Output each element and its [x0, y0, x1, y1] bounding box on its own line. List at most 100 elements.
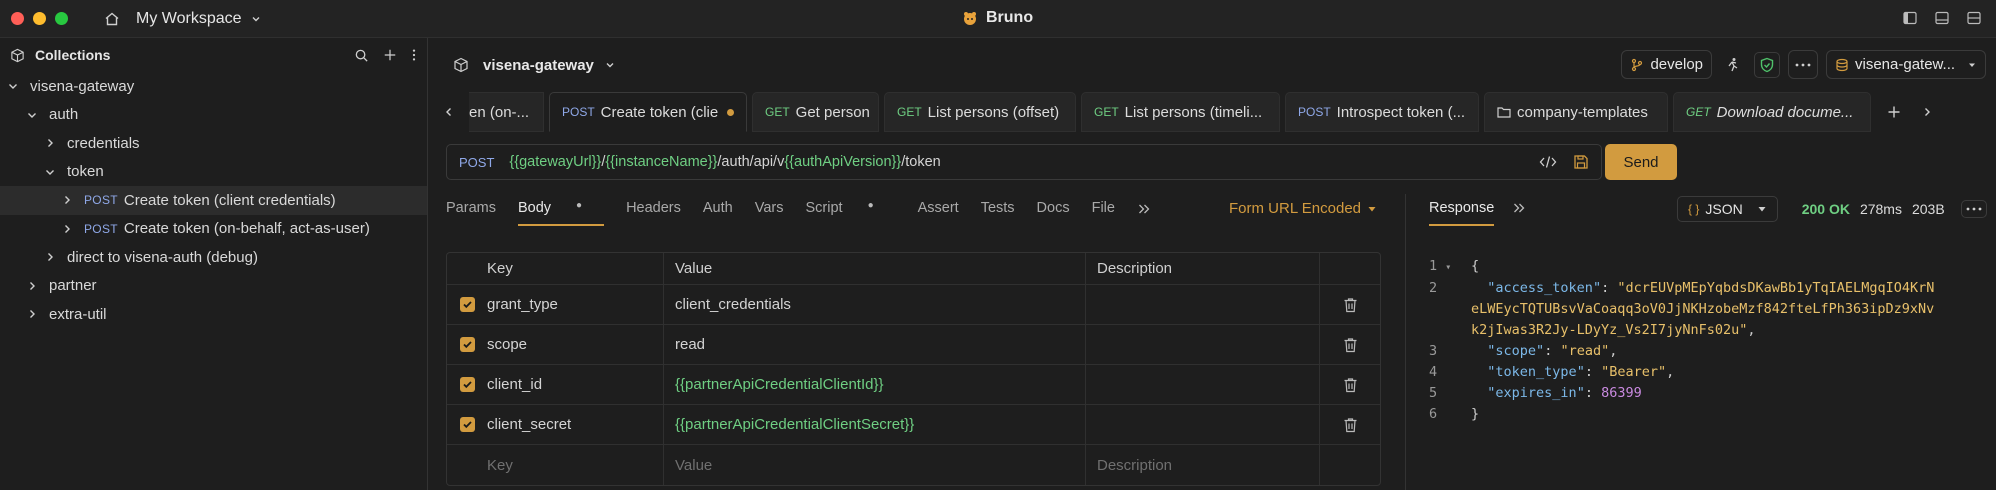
- runner-icon[interactable]: [1726, 57, 1740, 73]
- close-window-button[interactable]: [11, 12, 24, 25]
- tree-item-create-token-on-behalf[interactable]: POST Create token (on-behalf, act-as-use…: [0, 215, 427, 244]
- param-description[interactable]: [1085, 365, 1319, 404]
- tree-item-visena-gateway[interactable]: visena-gateway: [0, 72, 427, 101]
- tab-label: Get person: [795, 103, 870, 121]
- table-row: grant_type client_credentials: [447, 285, 1380, 325]
- app-title: Bruno: [962, 9, 1033, 27]
- method-badge: GET: [765, 105, 790, 119]
- maximize-window-button[interactable]: [55, 12, 68, 25]
- tab-list-persons-timeline[interactable]: GET List persons (timeli...: [1081, 92, 1280, 132]
- save-icon[interactable]: [1573, 154, 1589, 170]
- new-value-input[interactable]: Value: [663, 445, 1085, 485]
- tab-assert[interactable]: Assert: [918, 200, 959, 216]
- tree-item-direct-to-visena-auth[interactable]: direct to visena-auth (debug): [0, 243, 427, 272]
- response-body[interactable]: 1 ▾ { 2 "access_token": "dcrEUVpMEpYqbds…: [1429, 256, 1934, 425]
- chevron-down-icon[interactable]: [604, 59, 616, 71]
- method-badge: POST: [1298, 105, 1331, 119]
- param-description[interactable]: [1085, 325, 1319, 364]
- tab-vars[interactable]: Vars: [755, 200, 784, 216]
- tab-tests[interactable]: Tests: [981, 200, 1015, 216]
- tab-get-person[interactable]: GET Get person: [752, 92, 879, 132]
- tab-body[interactable]: Body ●: [517, 200, 605, 226]
- response-tabs: Response: [1429, 200, 1526, 226]
- tab-list-persons-offset[interactable]: GET List persons (offset): [884, 92, 1076, 132]
- new-key-input[interactable]: Key: [487, 457, 663, 474]
- tab-download-document[interactable]: GET Download docume...: [1673, 92, 1871, 132]
- toggle-sidebar-icon[interactable]: [1902, 10, 1918, 26]
- tree-item-label: partner: [49, 277, 97, 295]
- more-icon[interactable]: [1960, 200, 1987, 218]
- param-key[interactable]: grant_type: [487, 296, 663, 313]
- tab-script[interactable]: Script ●: [805, 200, 895, 216]
- code-line: 6 }: [1429, 404, 1934, 425]
- tab-label: Script: [805, 200, 843, 216]
- more-tabs-icon[interactable]: [1137, 200, 1151, 216]
- param-description[interactable]: [1085, 405, 1319, 444]
- param-description[interactable]: [1085, 285, 1319, 324]
- enabled-checkbox[interactable]: [459, 297, 475, 312]
- shield-check-icon[interactable]: [1754, 51, 1780, 78]
- param-key[interactable]: client_id: [487, 376, 663, 393]
- minimize-window-button[interactable]: [33, 12, 46, 25]
- chevron-right-icon: [43, 250, 57, 264]
- request-method[interactable]: POST: [459, 155, 494, 170]
- tab-create-token-client[interactable]: POST Create token (clie: [549, 92, 747, 132]
- tree-item-token[interactable]: token: [0, 158, 427, 187]
- body-mode-selector[interactable]: Form URL Encoded: [1229, 200, 1377, 217]
- param-value[interactable]: {{partnerApiCredentialClientSecret}}: [663, 405, 1085, 444]
- tree-item-partner[interactable]: partner: [0, 272, 427, 301]
- new-description-input[interactable]: Description: [1085, 445, 1319, 485]
- enabled-checkbox[interactable]: [459, 417, 475, 432]
- enabled-checkbox[interactable]: [459, 337, 475, 352]
- response-format-selector[interactable]: { } JSON: [1677, 196, 1778, 222]
- more-options-icon[interactable]: [411, 48, 417, 62]
- toggle-bottom-pane-icon[interactable]: [1934, 10, 1950, 26]
- add-tab-icon[interactable]: [1876, 92, 1912, 132]
- more-tabs-icon[interactable]: [1512, 201, 1526, 215]
- branch-selector[interactable]: develop: [1621, 50, 1712, 79]
- collection-name[interactable]: visena-gateway: [483, 57, 594, 74]
- chevron-right-icon[interactable]: [1912, 92, 1942, 132]
- tree-item-create-token-client-credentials[interactable]: POST Create token (client credentials): [0, 186, 427, 215]
- chevron-left-icon[interactable]: [429, 92, 469, 132]
- environment-selector[interactable]: visena-gatew...: [1826, 50, 1986, 79]
- trash-icon[interactable]: [1343, 417, 1358, 433]
- tree-item-extra-util[interactable]: extra-util: [0, 300, 427, 329]
- param-value[interactable]: read: [663, 325, 1085, 364]
- tab-docs[interactable]: Docs: [1037, 200, 1070, 216]
- tree-item-credentials[interactable]: credentials: [0, 129, 427, 158]
- tab-create-token-on-behalf[interactable]: en (on-...: [469, 92, 544, 132]
- pane-divider[interactable]: [1405, 194, 1406, 490]
- param-value[interactable]: client_credentials: [663, 285, 1085, 324]
- git-branch-icon: [1630, 58, 1644, 72]
- url-input[interactable]: {{gatewayUrl}}/{{instanceName}}/auth/api…: [509, 154, 940, 170]
- param-key[interactable]: client_secret: [487, 416, 663, 433]
- chevron-right-icon: [60, 193, 74, 207]
- tab-introspect-token[interactable]: POST Introspect token (...: [1285, 92, 1479, 132]
- tab-headers[interactable]: Headers: [626, 200, 681, 216]
- code-icon[interactable]: [1539, 154, 1557, 170]
- tab-params[interactable]: Params: [446, 200, 496, 216]
- tab-response[interactable]: Response: [1429, 200, 1495, 226]
- tab-auth[interactable]: Auth: [703, 200, 733, 216]
- braces-icon: { }: [1688, 202, 1700, 216]
- more-icon[interactable]: [1788, 50, 1818, 79]
- tree-item-auth[interactable]: auth: [0, 101, 427, 130]
- trash-icon[interactable]: [1343, 337, 1358, 353]
- add-collection-icon[interactable]: [383, 48, 397, 62]
- trash-icon[interactable]: [1343, 377, 1358, 393]
- enabled-checkbox[interactable]: [459, 377, 475, 392]
- param-key[interactable]: scope: [487, 336, 663, 353]
- send-button[interactable]: Send: [1605, 144, 1677, 180]
- tab-company-templates[interactable]: company-templates: [1484, 92, 1668, 132]
- search-icon[interactable]: [354, 48, 369, 63]
- url-bar[interactable]: POST {{gatewayUrl}}/{{instanceName}}/aut…: [446, 144, 1602, 180]
- tab-file[interactable]: File: [1092, 200, 1115, 216]
- tree-item-label: auth: [49, 106, 79, 124]
- workspace-selector[interactable]: My Workspace: [136, 10, 262, 28]
- toggle-layout-icon[interactable]: [1966, 10, 1982, 26]
- trash-icon[interactable]: [1343, 297, 1358, 313]
- home-icon[interactable]: [104, 11, 120, 27]
- param-value[interactable]: {{partnerApiCredentialClientId}}: [663, 365, 1085, 404]
- code-text: {: [1471, 258, 1480, 274]
